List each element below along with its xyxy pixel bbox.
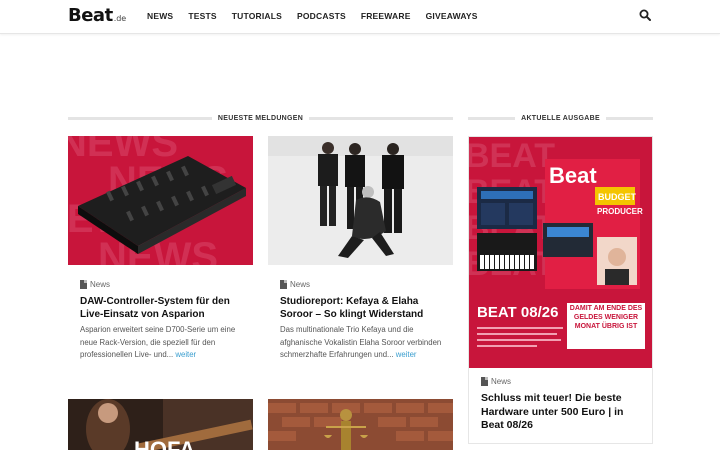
justitia-photo: [268, 399, 453, 450]
card-image[interactable]: HOFA: [68, 399, 253, 450]
cover-brand: Beat: [549, 163, 597, 188]
heading-rule: [605, 116, 654, 120]
logo-domain: .de: [113, 14, 127, 23]
cover-artwork: BEAT BEAT BEAT BEAT Beat BUDGET PRODUCER: [469, 137, 652, 368]
card-title[interactable]: DAW-Controller-System für den Live-Einsa…: [80, 296, 243, 321]
section-title: AKTUELLE AUSGABE: [521, 114, 600, 122]
card-category[interactable]: News: [80, 280, 110, 289]
main-nav: NEWS TESTS TUTORIALS PODCASTS FREEWARE G…: [147, 11, 478, 21]
band-photo: [268, 136, 453, 265]
category-label: News: [491, 377, 512, 386]
document-icon: [80, 280, 87, 289]
card-excerpt: Asparion erweitert seine D700-Serie um e…: [80, 324, 243, 362]
news-card[interactable]: HOFA: [68, 399, 253, 450]
document-icon: [280, 280, 287, 289]
magazine-cover[interactable]: BEAT BEAT BEAT BEAT Beat BUDGET PRODUCER: [469, 137, 652, 368]
site-header: Beat .de NEWS TESTS TUTORIALS PODCASTS F…: [0, 0, 720, 34]
news-card[interactable]: NEWS NEWS NEWS NEWS: [68, 136, 253, 376]
nav-item-podcasts[interactable]: PODCASTS: [297, 11, 346, 21]
read-more-link[interactable]: weiter: [175, 350, 196, 359]
news-card[interactable]: [268, 399, 453, 450]
document-icon: [481, 377, 488, 386]
news-controller-image: NEWS NEWS NEWS NEWS: [68, 136, 246, 265]
section-heading-issue: AKTUELLE AUSGABE: [468, 113, 654, 123]
excerpt-text: Das multinationale Trio Kefaya und die a…: [280, 325, 442, 359]
site-logo[interactable]: Beat .de: [68, 5, 126, 26]
cover-teaser: DAMIT AM ENDE DES GELDES WENIGER MONAT Ü…: [569, 305, 643, 330]
guitar-photo: HOFA: [68, 399, 253, 450]
search-icon[interactable]: [639, 9, 651, 21]
nav-item-giveaways[interactable]: GIVEAWAYS: [426, 11, 478, 21]
nav-item-tests[interactable]: TESTS: [188, 11, 216, 21]
card-category[interactable]: News: [280, 280, 310, 289]
heading-rule: [468, 116, 516, 120]
section-heading-news: NEUESTE MELDUNGEN: [68, 113, 453, 123]
nav-item-freeware[interactable]: FREEWARE: [361, 11, 411, 21]
category-label: News: [290, 280, 311, 289]
cover-watermark: BEAT: [469, 137, 555, 175]
read-more-link[interactable]: weiter: [396, 350, 417, 359]
cover-issue: BEAT 08/26: [477, 304, 558, 321]
heading-rule: [68, 116, 212, 120]
card-image[interactable]: [268, 399, 453, 450]
cover-headline-1: BUDGET: [598, 192, 637, 202]
issue-card[interactable]: BEAT BEAT BEAT BEAT Beat BUDGET PRODUCER: [468, 136, 653, 444]
cover-headline-2: PRODUCER: [597, 207, 643, 216]
card-title[interactable]: Studioreport: Kefaya & Elaha Soroor – So…: [280, 296, 443, 321]
card-title[interactable]: Schluss mit teuer! Die beste Hard­ware u…: [481, 392, 642, 433]
nav-item-news[interactable]: NEWS: [147, 11, 173, 21]
nav-item-tutorials[interactable]: TUTORIALS: [232, 11, 282, 21]
excerpt-text: Asparion erweitert seine D700-Serie um e…: [80, 325, 236, 359]
card-image[interactable]: NEWS NEWS NEWS NEWS: [68, 136, 253, 265]
card-category[interactable]: News: [481, 377, 511, 386]
logo-wordmark: Beat: [68, 5, 113, 26]
category-label: News: [90, 280, 111, 289]
heading-rule: [309, 116, 453, 120]
card-image[interactable]: [268, 136, 453, 265]
card-excerpt: Das multinationale Trio Kefaya und die a…: [280, 324, 443, 362]
section-title: NEUESTE MELDUNGEN: [217, 114, 304, 122]
hofa-logo-text: HOFA: [134, 437, 195, 450]
news-card[interactable]: News Studioreport: Kefaya & Elaha Soroor…: [268, 136, 453, 376]
